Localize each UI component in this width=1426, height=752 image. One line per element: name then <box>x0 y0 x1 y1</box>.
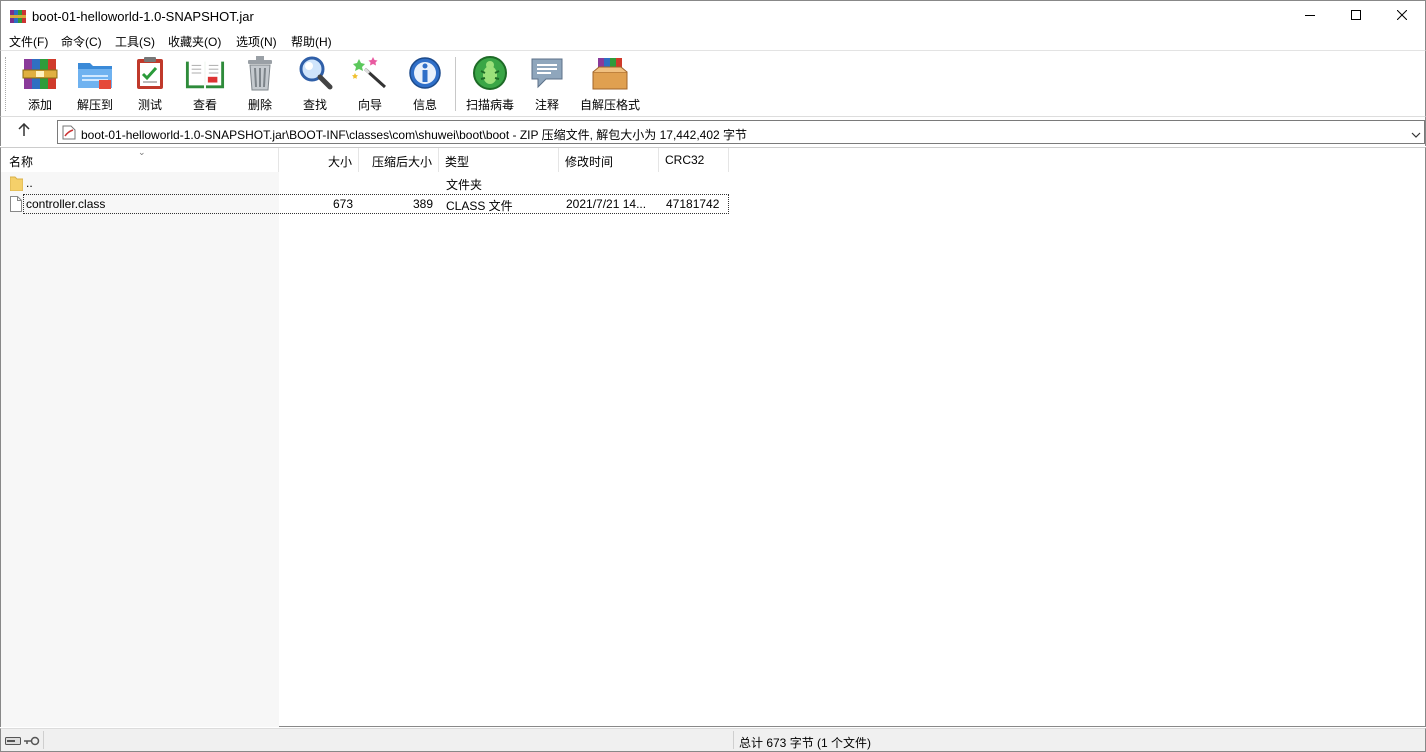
menu-commands[interactable]: 命令(C) <box>61 33 102 50</box>
magic-wand-icon <box>350 51 390 95</box>
column-header-type[interactable]: 类型 <box>439 148 559 172</box>
file-list[interactable]: 名称 ⌄ 大小 压缩后大小 类型 修改时间 CRC32 .. 文件夹 contr… <box>0 147 1426 727</box>
file-modified: 2021/7/21 14... <box>566 197 647 211</box>
wizard-button[interactable]: 向导 <box>350 51 390 115</box>
file-packed-size: 389 <box>412 197 433 211</box>
column-header-name[interactable]: 名称 ⌄ <box>1 147 279 172</box>
drive-icon[interactable] <box>5 735 21 749</box>
virus-scan-button[interactable]: 扫描病毒 <box>464 51 516 115</box>
sfx-label: 自解压格式 <box>580 98 641 112</box>
toolbar-separator <box>455 57 456 111</box>
trash-icon <box>240 51 280 95</box>
find-label: 查找 <box>302 98 327 112</box>
delete-button[interactable]: 删除 <box>240 51 280 115</box>
menu-file[interactable]: 文件(F) <box>9 33 48 50</box>
status-divider <box>733 731 734 749</box>
up-folder-button[interactable] <box>15 122 33 140</box>
info-icon <box>405 51 445 95</box>
test-label: 测试 <box>137 98 162 112</box>
sfx-button[interactable]: 自解压格式 <box>580 51 640 115</box>
menu-options[interactable]: 选项(N) <box>236 33 277 50</box>
menu-tools[interactable]: 工具(S) <box>115 33 155 50</box>
minimize-button[interactable] <box>1287 1 1333 31</box>
list-item-parent-folder[interactable]: .. 文件夹 <box>1 173 731 193</box>
bug-scan-icon <box>470 51 510 95</box>
open-book-icon <box>185 51 225 95</box>
column-header-size[interactable]: 大小 <box>279 148 359 172</box>
comment-button[interactable]: 注释 <box>527 51 567 115</box>
add-button[interactable]: 添加 <box>20 51 60 115</box>
info-label: 信息 <box>412 98 437 112</box>
file-icon <box>10 196 22 215</box>
info-button[interactable]: 信息 <box>405 51 445 115</box>
extract-to-label: 解压到 <box>76 98 113 112</box>
sort-chevron-icon: ⌄ <box>138 147 146 157</box>
toolbar-grip[interactable] <box>5 57 8 111</box>
menu-favorites[interactable]: 收藏夹(O) <box>168 33 221 50</box>
maximize-button[interactable] <box>1333 1 1379 31</box>
folder-icon <box>9 176 24 194</box>
status-summary: 总计 673 字节 (1 个文件) <box>739 736 872 750</box>
wizard-label: 向导 <box>357 98 382 112</box>
find-button[interactable]: 查找 <box>295 51 335 115</box>
title-bar: boot-01-helloworld-1.0-SNAPSHOT.jar <box>0 0 1426 31</box>
close-icon <box>1396 9 1408 23</box>
window-title: boot-01-helloworld-1.0-SNAPSHOT.jar <box>32 9 254 24</box>
name-column-background <box>1 172 279 727</box>
status-divider <box>43 731 44 749</box>
menu-bar: 文件(F) 命令(C) 工具(S) 收藏夹(O) 选项(N) 帮助(H) <box>0 31 1426 50</box>
maximize-icon <box>1351 9 1361 23</box>
view-label: 查看 <box>192 98 217 112</box>
address-row: boot-01-helloworld-1.0-SNAPSHOT.jar\BOOT… <box>0 116 1426 146</box>
books-stack-icon <box>20 51 60 95</box>
status-bar: 总计 673 字节 (1 个文件) <box>0 728 1426 752</box>
winrar-app-icon[interactable] <box>10 9 26 24</box>
address-path: boot-01-helloworld-1.0-SNAPSHOT.jar\BOOT… <box>81 128 748 142</box>
key-icon[interactable] <box>24 735 40 749</box>
file-type: 文件夹 <box>446 178 483 192</box>
column-header-packed[interactable]: 压缩后大小 <box>359 148 439 172</box>
arrow-up-icon <box>18 122 30 139</box>
column-header-crc[interactable]: CRC32 <box>659 148 729 172</box>
file-size: 673 <box>332 197 353 211</box>
virus-scan-label: 扫描病毒 <box>465 98 514 112</box>
list-item-controller-class[interactable]: controller.class 673 389 CLASS 文件 2021/7… <box>10 194 729 214</box>
file-name: controller.class <box>26 197 106 211</box>
column-header-modified[interactable]: 修改时间 <box>559 148 659 172</box>
test-button[interactable]: 测试 <box>130 51 170 115</box>
view-button[interactable]: 查看 <box>183 51 227 115</box>
archive-file-icon <box>62 125 76 143</box>
clipboard-check-icon <box>130 51 170 95</box>
file-type: CLASS 文件 <box>446 199 513 213</box>
sfx-box-icon <box>590 51 630 95</box>
menu-help[interactable]: 帮助(H) <box>291 33 332 50</box>
extract-to-button[interactable]: 解压到 <box>73 51 117 115</box>
file-name: .. <box>26 176 33 190</box>
file-crc: 47181742 <box>666 197 720 211</box>
address-combobox[interactable]: boot-01-helloworld-1.0-SNAPSHOT.jar\BOOT… <box>57 120 1425 144</box>
add-label: 添加 <box>27 98 52 112</box>
chevron-down-icon[interactable] <box>1411 128 1421 142</box>
toolbar: 添加 解压到 测试 查看 删除 查找 向导 信息 扫描病毒 注释 自解压格式 <box>0 50 1426 116</box>
folder-extract-icon <box>75 51 115 95</box>
list-header: 名称 ⌄ 大小 压缩后大小 类型 修改时间 CRC32 <box>1 147 731 172</box>
comment-icon <box>527 51 567 95</box>
magnifier-icon <box>295 51 335 95</box>
delete-label: 删除 <box>247 98 272 112</box>
comment-label: 注释 <box>534 98 559 112</box>
minimize-icon <box>1305 9 1315 23</box>
close-button[interactable] <box>1379 1 1425 31</box>
